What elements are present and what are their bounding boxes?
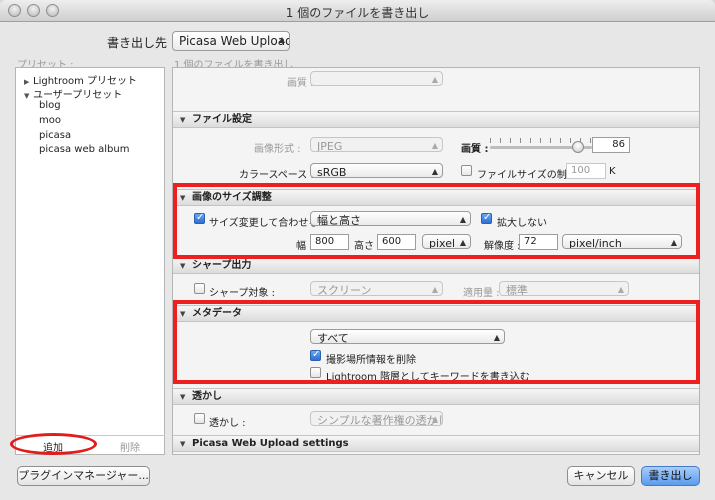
sharpening-header[interactable]: ▼ シャープ出力 — [173, 257, 699, 274]
preset-item[interactable]: picasa web album — [39, 144, 129, 155]
destination-select[interactable]: Picasa Web Upload ▲ — [172, 31, 290, 51]
size-limit-checkbox[interactable] — [461, 165, 472, 176]
popup-arrows-icon: ▲ — [278, 35, 285, 44]
export-button[interactable]: 書き出し — [641, 466, 700, 486]
sharpen-target-label: シャープ対象 : — [209, 288, 275, 299]
size-limit-unit: K — [609, 166, 616, 177]
preset-group-lightroom[interactable]: ▶ Lightroom プリセット — [24, 72, 137, 87]
popup-arrows-icon: ▲ — [431, 285, 438, 294]
picasa-settings-header[interactable]: ▼ Picasa Web Upload settings — [173, 435, 699, 452]
quality-field[interactable]: 86 — [592, 137, 630, 153]
preset-item[interactable]: moo — [39, 115, 61, 126]
watermark-checkbox[interactable] — [194, 413, 205, 424]
cancel-button[interactable]: キャンセル — [567, 466, 635, 486]
popup-arrows-icon: ▲ — [431, 75, 438, 84]
disclosure-down-icon[interactable]: ▼ — [24, 92, 33, 100]
window-title: 1 個のファイルを書き出し — [285, 6, 430, 20]
export-dialog: 1 個のファイルを書き出し 書き出し先 : Picasa Web Upload … — [0, 0, 715, 500]
plugin-manager-button[interactable]: プラグインマネージャー... — [17, 466, 150, 486]
sharpen-amount-label: 適用量 : — [463, 288, 500, 299]
colorspace-label: カラースペース : — [239, 170, 314, 181]
preset-item[interactable]: blog — [39, 100, 61, 111]
sharpen-amount-select: 標準 ▲ — [499, 281, 629, 296]
quality-slider-knob[interactable] — [571, 141, 584, 153]
preset-list: ▶ Lightroom プリセット ▼ ユーザープリセット blog moo pic… — [15, 67, 165, 455]
highlight-box-image-sizing — [173, 183, 700, 259]
popup-arrows-icon: ▲ — [617, 285, 624, 294]
destination-value: Picasa Web Upload — [179, 34, 290, 48]
colorspace-select[interactable]: sRGB ▲ — [310, 163, 443, 178]
watermark-label: 透かし : — [209, 418, 246, 429]
destination-label: 書き出し先 : — [107, 36, 175, 50]
quality-stub-select[interactable]: ▲ — [310, 71, 443, 86]
watermark-header[interactable]: ▼ 透かし — [173, 388, 699, 405]
size-limit-field[interactable]: 100 — [566, 163, 606, 179]
format-label: 画像形式 : — [254, 144, 301, 155]
quality-label: 画質 : — [461, 144, 489, 155]
disclosure-down-icon: ▼ — [180, 262, 186, 270]
disclosure-right-icon[interactable]: ▶ — [24, 78, 33, 86]
highlight-box-metadata — [173, 300, 700, 384]
disclosure-down-icon: ▼ — [180, 116, 186, 124]
format-select: JPEG ▲ — [310, 137, 443, 152]
remove-preset-button[interactable]: 削除 — [120, 439, 140, 454]
popup-arrows-icon: ▲ — [431, 415, 438, 424]
file-settings-header[interactable]: ▼ ファイル設定 — [173, 111, 699, 128]
title-bar: 1 個のファイルを書き出し — [0, 0, 715, 22]
disclosure-down-icon: ▼ — [180, 440, 186, 448]
disclosure-down-icon: ▼ — [180, 393, 186, 401]
popup-arrows-icon: ▲ — [431, 141, 438, 150]
popup-arrows-icon: ▲ — [431, 167, 438, 176]
preset-group-user[interactable]: ▼ ユーザープリセット — [24, 86, 122, 101]
sharpen-target-select: スクリーン ▲ — [310, 281, 443, 296]
preset-item[interactable]: picasa — [39, 130, 71, 141]
highlight-ellipse — [10, 433, 97, 455]
sharpen-checkbox[interactable] — [194, 283, 205, 294]
settings-panel[interactable]: 画質 : ▲ ▼ ファイル設定 画像形式 : JPEG ▲ 画質 : 86 カラー… — [172, 67, 700, 455]
watermark-select: シンプルな著作権の透かし ▲ — [310, 411, 443, 426]
